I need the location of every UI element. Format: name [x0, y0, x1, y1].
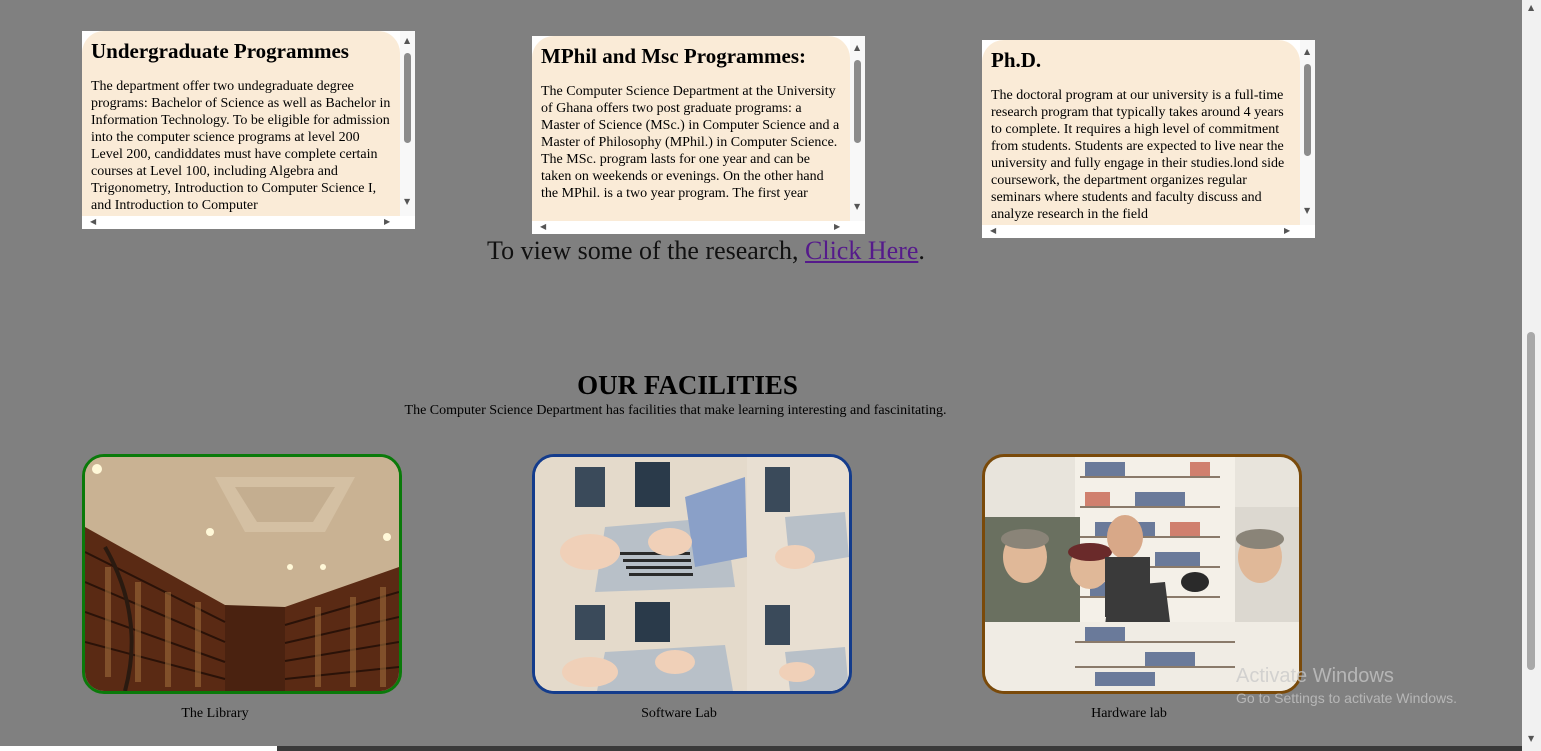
vertical-scrollbar[interactable]: ▲ ▼: [1300, 40, 1315, 225]
hardware-lab-image: [982, 454, 1302, 694]
page-scrollbar[interactable]: ▲ ▼: [1522, 0, 1541, 751]
scroll-right-arrow-icon[interactable]: ▶: [834, 223, 840, 231]
research-suffix-text: .: [918, 236, 925, 265]
bottom-horizontal-scrollbar[interactable]: [0, 746, 1522, 751]
research-prompt: To view some of the research, Click Here…: [487, 236, 925, 266]
page-scroll-down-icon[interactable]: ▼: [1528, 735, 1534, 743]
research-link[interactable]: Click Here: [805, 236, 918, 265]
scroll-down-arrow-icon[interactable]: ▼: [404, 198, 410, 206]
scroll-down-arrow-icon[interactable]: ▼: [854, 203, 860, 211]
programme-title: Ph.D.: [991, 48, 1042, 72]
scrollbar-thumb[interactable]: [854, 60, 861, 143]
hardware-lab-caption: Hardware lab: [1091, 706, 1167, 721]
horizontal-scrollbar[interactable]: ◀ ▶: [532, 221, 850, 234]
programme-title: MPhil and Msc Programmes:: [541, 44, 806, 68]
programme-description: The doctoral program at our university i…: [991, 88, 1285, 222]
scroll-up-arrow-icon[interactable]: ▲: [854, 44, 860, 52]
scroll-up-arrow-icon[interactable]: ▲: [404, 37, 410, 45]
programme-card-content: Ph.D. The doctoral program at our univer…: [982, 40, 1300, 225]
scroll-right-arrow-icon[interactable]: ▶: [384, 218, 390, 226]
horizontal-scrollbar[interactable]: ◀ ▶: [982, 225, 1300, 238]
page-scroll-up-icon[interactable]: ▲: [1528, 4, 1534, 12]
vertical-scrollbar[interactable]: ▲ ▼: [850, 36, 865, 221]
activate-windows-watermark: Activate Windows Go to Settings to activ…: [1236, 664, 1457, 708]
scroll-left-arrow-icon[interactable]: ◀: [540, 223, 546, 231]
scroll-down-arrow-icon[interactable]: ▼: [1304, 207, 1310, 215]
programme-card-content: Undergraduate Programmes The department …: [82, 31, 400, 216]
watermark-subtitle: Go to Settings to activate Windows.: [1236, 690, 1457, 706]
programme-card-mphil-msc[interactable]: MPhil and Msc Programmes: The Computer S…: [532, 36, 865, 234]
facilities-subtitle: The Computer Science Department has faci…: [404, 403, 947, 418]
horizontal-scrollbar[interactable]: ◀ ▶: [82, 216, 400, 229]
watermark-title: Activate Windows: [1236, 665, 1394, 687]
scroll-up-arrow-icon[interactable]: ▲: [1304, 48, 1310, 56]
vertical-scrollbar[interactable]: ▲ ▼: [400, 31, 415, 216]
software-lab-caption: Software Lab: [641, 706, 717, 721]
research-prefix-text: To view some of the research,: [487, 236, 806, 265]
scrollbar-thumb[interactable]: [1304, 64, 1311, 156]
bottom-scrollbar-thumb[interactable]: [0, 746, 277, 751]
programme-card-phd[interactable]: Ph.D. The doctoral program at our univer…: [982, 40, 1315, 238]
software-lab-image: [532, 454, 852, 694]
scroll-left-arrow-icon[interactable]: ◀: [990, 227, 996, 235]
programme-card-undergraduate[interactable]: Undergraduate Programmes The department …: [82, 31, 415, 229]
programme-title: Undergraduate Programmes: [91, 39, 349, 63]
programme-description: The Computer Science Department at the U…: [541, 84, 840, 201]
library-image: [82, 454, 402, 694]
scroll-right-arrow-icon[interactable]: ▶: [1284, 227, 1290, 235]
scrollbar-thumb[interactable]: [404, 53, 411, 143]
facilities-heading: OUR FACILITIES: [577, 370, 798, 400]
scroll-left-arrow-icon[interactable]: ◀: [90, 218, 96, 226]
programme-description: The department offer two undegraduate de…: [91, 79, 391, 213]
programme-card-content: MPhil and Msc Programmes: The Computer S…: [532, 36, 850, 221]
library-caption: The Library: [181, 706, 249, 721]
page-scrollbar-thumb[interactable]: [1527, 332, 1535, 670]
